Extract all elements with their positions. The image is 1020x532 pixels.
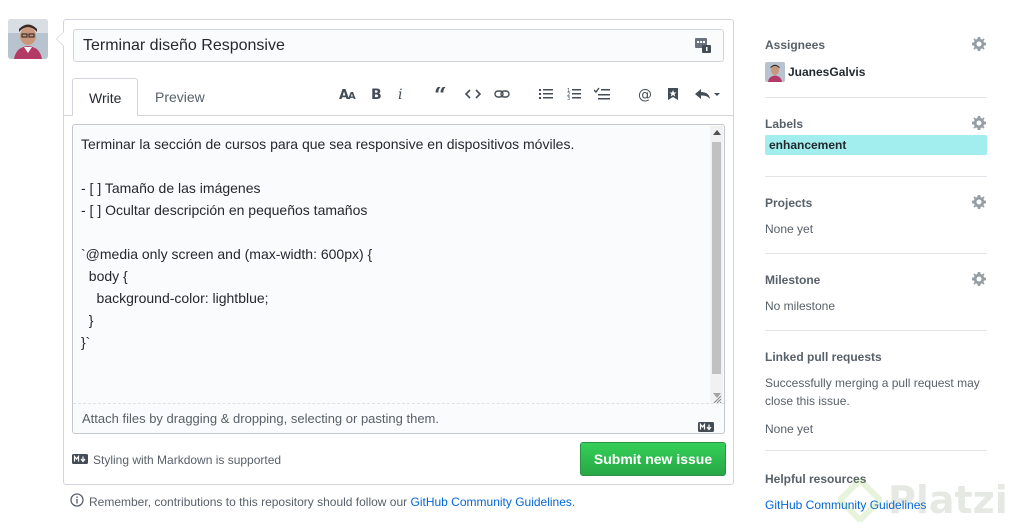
svg-text:i: i (398, 87, 402, 101)
milestone-value: No milestone (765, 299, 836, 313)
sidebar-divider (765, 176, 987, 177)
assignees-heading[interactable]: Assignees (765, 37, 987, 53)
platzi-watermark: Platzi (838, 470, 1018, 530)
tab-write[interactable]: Write (72, 78, 139, 116)
labels-heading[interactable]: Labels (765, 116, 987, 132)
linked-prs-heading: Linked pull requests (765, 350, 882, 364)
attach-files-text: Attach files by dragging & dropping, sel… (82, 411, 439, 426)
numbered-list-icon[interactable]: 123 (564, 82, 584, 106)
italic-icon[interactable]: i (391, 82, 411, 106)
resize-handle-icon[interactable] (712, 391, 722, 404)
svg-text:@: @ (638, 87, 652, 102)
svg-text:“: “ (434, 87, 447, 101)
markdown-icon (698, 413, 714, 442)
scroll-up-arrow[interactable] (713, 130, 721, 135)
task-list-icon[interactable] (592, 82, 612, 106)
linked-prs-section: Linked pull requests Successfully mergin… (765, 349, 987, 438)
info-icon (70, 493, 84, 511)
bullet-list-icon[interactable] (536, 82, 556, 106)
submit-new-issue-button[interactable]: Submit new issue (580, 442, 726, 476)
markdown-support-text[interactable]: Styling with Markdown is supported (93, 452, 281, 468)
saved-replies-icon[interactable] (694, 36, 712, 54)
platzi-logo-icon (838, 478, 882, 522)
svg-text:A: A (348, 91, 356, 101)
projects-heading[interactable]: Projects (765, 195, 987, 211)
code-icon[interactable] (463, 82, 483, 106)
assignee-avatar[interactable] (765, 62, 785, 82)
milestone-heading[interactable]: Milestone (765, 272, 987, 288)
scroll-thumb[interactable] (712, 142, 721, 374)
sidebar-divider (765, 253, 987, 254)
text-size-icon[interactable]: AA (338, 82, 358, 106)
projects-section: Projects None yet (765, 195, 987, 238)
new-issue-form: Terminar diseño Responsive Write Preview… (56, 19, 734, 485)
link-icon[interactable] (492, 82, 512, 106)
linked-prs-description: Successfully merging a pull request may … (765, 376, 980, 408)
labels-section: Labels enhancement (765, 116, 987, 155)
bold-icon[interactable]: B (366, 82, 386, 106)
quote-icon[interactable]: “ (432, 82, 452, 106)
editor-scrollbar[interactable] (710, 126, 723, 402)
remember-end: . (571, 495, 576, 509)
markdown-icon[interactable] (72, 452, 88, 468)
svg-text:B: B (371, 87, 382, 101)
attach-files-bar[interactable]: Attach files by dragging & dropping, sel… (73, 403, 724, 433)
issue-body-text[interactable]: Terminar la sección de cursos para que s… (81, 133, 701, 353)
markdown-support-note: Styling with Markdown is supported (72, 452, 281, 468)
community-guidelines-link[interactable]: GitHub Community Guidelines (411, 495, 572, 509)
labels-gear-icon[interactable] (971, 115, 987, 131)
author-avatar[interactable] (8, 19, 48, 59)
milestone-gear-icon[interactable] (971, 271, 987, 287)
sidebar-divider (765, 330, 987, 331)
watermark-text: Platzi (888, 478, 1008, 522)
sidebar-divider (765, 450, 987, 451)
linked-prs-value: None yet (765, 422, 814, 436)
mention-icon[interactable]: @ (635, 82, 655, 106)
issue-body-textarea[interactable]: Terminar la sección de cursos para que s… (72, 124, 725, 434)
reference-icon[interactable] (663, 82, 683, 106)
projects-value: None yet (765, 222, 814, 236)
issue-title-input[interactable]: Terminar diseño Responsive (73, 29, 724, 62)
assignees-section: Assignees JuanesGalvis (765, 37, 987, 82)
assignee-item[interactable]: JuanesGalvis (765, 62, 987, 82)
community-guidelines-note: Remember, contributions to this reposito… (70, 493, 575, 511)
projects-gear-icon[interactable] (971, 194, 987, 210)
milestone-section: Milestone No milestone (765, 272, 987, 315)
reply-icon[interactable] (692, 82, 722, 106)
sidebar-divider (765, 97, 987, 98)
svg-text:3: 3 (567, 96, 570, 101)
label-enhancement[interactable]: enhancement (765, 135, 987, 155)
assignees-gear-icon[interactable] (971, 36, 987, 52)
tab-preview[interactable]: Preview (139, 78, 221, 116)
assignee-name[interactable]: JuanesGalvis (788, 65, 865, 79)
remember-text: Remember, contributions to this reposito… (89, 495, 411, 509)
